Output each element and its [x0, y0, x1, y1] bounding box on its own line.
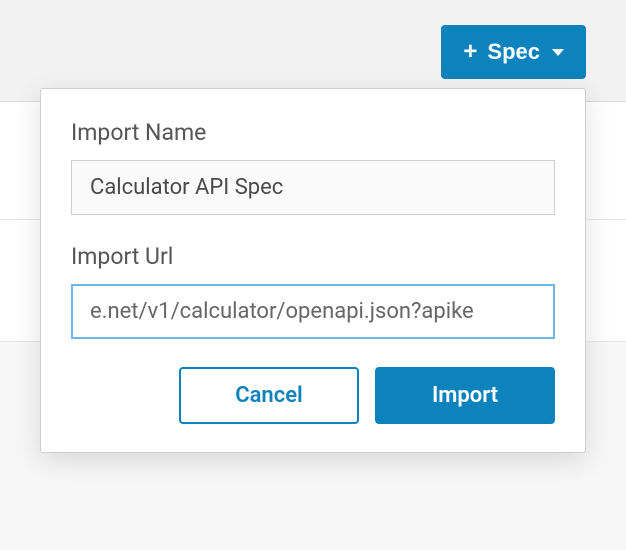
import-url-label: Import Url [71, 243, 555, 270]
plus-icon: + [463, 40, 477, 64]
add-spec-button[interactable]: + Spec [441, 25, 586, 79]
import-name-input[interactable] [71, 160, 555, 215]
add-spec-button-label: Spec [487, 39, 540, 65]
import-url-input[interactable] [71, 284, 555, 339]
cancel-button[interactable]: Cancel [179, 367, 359, 424]
popover-button-row: Cancel Import [71, 367, 555, 424]
import-button[interactable]: Import [375, 367, 555, 424]
import-name-group: Import Name [71, 119, 555, 215]
import-spec-popover: Import Name Import Url Cancel Import [40, 88, 586, 453]
import-name-label: Import Name [71, 119, 555, 146]
import-url-group: Import Url [71, 243, 555, 339]
chevron-down-icon [552, 49, 564, 56]
